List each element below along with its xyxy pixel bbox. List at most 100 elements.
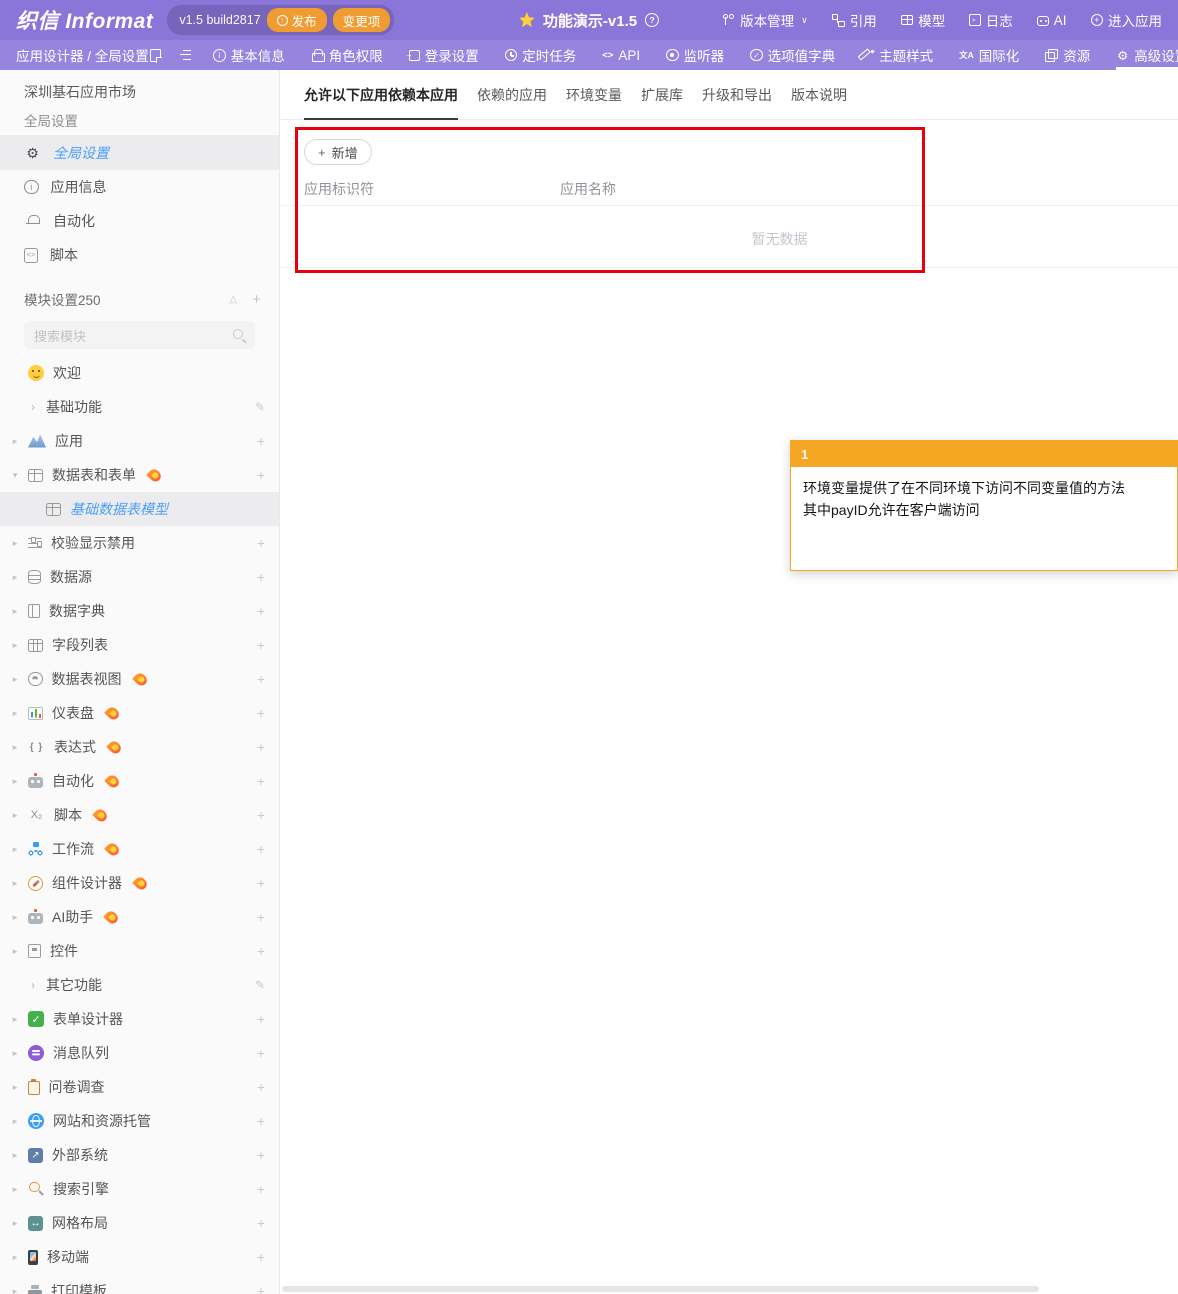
expander-icon[interactable]: ▸ xyxy=(8,742,22,753)
tab-api[interactable]: <>API xyxy=(602,40,640,70)
tree-item[interactable]: ▸ 数据字典 + xyxy=(0,594,279,628)
tree-item[interactable]: ▸ 问卷调查 + xyxy=(0,1070,279,1104)
tree-item[interactable]: ▸ 字段列表 + xyxy=(0,628,279,662)
tree-item[interactable]: ▸ AI助手 + xyxy=(0,900,279,934)
tree-item[interactable]: ▸ 控件 + xyxy=(0,934,279,968)
expander-icon[interactable]: ▸ xyxy=(8,436,22,447)
tab-listener[interactable]: 监听器 xyxy=(666,40,724,70)
expander-icon[interactable]: ▸ xyxy=(8,1218,22,1229)
expander-icon[interactable]: ▸ xyxy=(8,810,22,821)
tab-advanced-settings[interactable]: ⚙高级设置 xyxy=(1116,40,1178,70)
expander-icon[interactable]: ▸ xyxy=(8,1082,22,1093)
expander-icon[interactable]: ▸ xyxy=(8,1286,22,1294)
nav-ai[interactable]: AI xyxy=(1037,13,1067,28)
expander-icon[interactable]: ▾ xyxy=(8,470,22,481)
help-icon[interactable]: ? xyxy=(645,13,659,27)
tree-item-action[interactable]: + xyxy=(257,773,265,789)
nav-reference[interactable]: 引用 xyxy=(832,10,877,30)
tree-item[interactable]: ▸ 工作流 + xyxy=(0,832,279,866)
tab-basic-info[interactable]: i基本信息 xyxy=(213,40,285,70)
module-search-input[interactable]: 搜索模块 xyxy=(24,321,255,349)
tab-role-permission[interactable]: 角色权限 xyxy=(311,40,383,70)
sidebar-item-script[interactable]: <> 脚本 xyxy=(0,238,279,272)
tree-item-action[interactable]: + xyxy=(257,671,265,687)
tab-env-variables[interactable]: 环境变量 xyxy=(566,70,622,119)
nav-log[interactable]: 日志 xyxy=(969,10,1013,30)
nav-model[interactable]: 模型 xyxy=(901,10,946,30)
tree-item-action[interactable]: + xyxy=(257,569,265,585)
tree-item-action[interactable]: + xyxy=(257,637,265,653)
tree-item[interactable]: ▸ ↗ 外部系统 + xyxy=(0,1138,279,1172)
collapse-all-icon[interactable]: △ xyxy=(230,294,238,305)
edit-icon[interactable]: ✎ xyxy=(255,400,265,414)
tab-dependencies[interactable]: 依赖的应用 xyxy=(477,70,547,119)
tree-item[interactable]: ▸ 搜索引擎 + xyxy=(0,1172,279,1206)
tree-item-action[interactable]: + xyxy=(257,1147,265,1163)
app-market-link[interactable]: 深圳基石应用市场 xyxy=(0,76,279,108)
expander-icon[interactable]: ▸ xyxy=(8,1116,22,1127)
tree-item-action[interactable]: + xyxy=(257,603,265,619)
tree-item[interactable]: ▸ 打印模板 + xyxy=(0,1274,279,1294)
tree-item-action[interactable]: + xyxy=(257,1249,265,1265)
expander-icon[interactable]: ▸ xyxy=(8,946,22,957)
tab-scheduled-tasks[interactable]: 定时任务 xyxy=(505,40,577,70)
expander-icon[interactable]: ▸ xyxy=(8,606,22,617)
tree-item-action[interactable]: + xyxy=(257,705,265,721)
expander-icon[interactable]: ▸ xyxy=(8,674,22,685)
tree-item-action[interactable]: + xyxy=(257,1283,265,1294)
tree-item[interactable]: ▸ 仪表盘 + xyxy=(0,696,279,730)
tab-extensions[interactable]: 扩展库 xyxy=(641,70,683,119)
expander-icon[interactable]: ▸ xyxy=(8,708,22,719)
tree-item[interactable]: ▸ { } 表达式 + xyxy=(0,730,279,764)
tree-item-action[interactable]: + xyxy=(257,909,265,925)
tree-item-action[interactable]: + xyxy=(257,1181,265,1197)
expander-icon[interactable]: ▸ xyxy=(8,776,22,787)
tree-item[interactable]: ▸ 移动端 + xyxy=(0,1240,279,1274)
tree-item-action[interactable]: + xyxy=(257,1011,265,1027)
nav-enter-app[interactable]: +进入应用 xyxy=(1091,10,1163,30)
tree-item[interactable]: › 基础功能 ✎ xyxy=(0,390,279,424)
tree-item-action[interactable]: + xyxy=(257,807,265,823)
sidebar-item-app-info[interactable]: i 应用信息 xyxy=(0,170,279,204)
panel-icon[interactable] xyxy=(149,49,162,62)
add-button[interactable]: + 新增 xyxy=(304,139,372,165)
tree-item[interactable]: ▸ 消息队列 + xyxy=(0,1036,279,1070)
expander-icon[interactable]: ▸ xyxy=(8,912,22,923)
tree-item-action[interactable]: + xyxy=(257,535,265,551)
tab-upgrade-export[interactable]: 升级和导出 xyxy=(702,70,772,119)
tree-item-action[interactable]: + xyxy=(257,1079,265,1095)
tab-allow-dependents[interactable]: 允许以下应用依赖本应用 xyxy=(304,70,458,119)
tree-item[interactable]: 基础数据表模型 xyxy=(0,492,279,526)
horizontal-scrollbar-thumb[interactable] xyxy=(282,1286,1039,1292)
tree-item[interactable]: ▸ 校验显示禁用 + xyxy=(0,526,279,560)
expander-icon[interactable]: ▸ xyxy=(8,844,22,855)
expander-icon[interactable]: › xyxy=(26,978,40,992)
tab-login-settings[interactable]: 登录设置 xyxy=(409,40,479,70)
tree-item[interactable]: ▸ 组件设计器 + xyxy=(0,866,279,900)
tree-item-action[interactable]: + xyxy=(257,841,265,857)
nav-version-manage[interactable]: 版本管理∨ xyxy=(722,10,808,30)
tab-option-dictionary[interactable]: ✓选项值字典 xyxy=(750,40,835,70)
expander-icon[interactable]: ▸ xyxy=(8,1184,22,1195)
tree-item-action[interactable]: + xyxy=(257,1113,265,1129)
expander-icon[interactable]: ▸ xyxy=(8,1048,22,1059)
expander-icon[interactable]: ▸ xyxy=(8,1252,22,1263)
tree-item[interactable]: ▸ 数据源 + xyxy=(0,560,279,594)
expander-icon[interactable]: ▸ xyxy=(8,878,22,889)
publish-button[interactable]: ↑发布 xyxy=(267,8,327,32)
sidebar-item-global-settings[interactable]: ⚙ 全局设置 xyxy=(0,136,279,170)
tree-item-action[interactable]: + xyxy=(257,467,265,483)
tree-item[interactable]: 欢迎 xyxy=(0,356,279,390)
changes-button[interactable]: 变更项 xyxy=(333,8,391,32)
tree-item[interactable]: ▸ 应用 + xyxy=(0,424,279,458)
tree-item[interactable]: ▸ 自动化 + xyxy=(0,764,279,798)
edit-icon[interactable]: ✎ xyxy=(255,978,265,992)
tree-item-action[interactable]: + xyxy=(257,1215,265,1231)
tree-item-action[interactable]: + xyxy=(257,433,265,449)
tree-item[interactable]: ▸ ↔ 网格布局 + xyxy=(0,1206,279,1240)
sidebar-item-automation[interactable]: 自动化 xyxy=(0,204,279,238)
expander-icon[interactable]: ▸ xyxy=(8,640,22,651)
expander-icon[interactable]: ▸ xyxy=(8,1150,22,1161)
expander-icon[interactable]: ▸ xyxy=(8,572,22,583)
tree-item[interactable]: ▸ 网站和资源托管 + xyxy=(0,1104,279,1138)
